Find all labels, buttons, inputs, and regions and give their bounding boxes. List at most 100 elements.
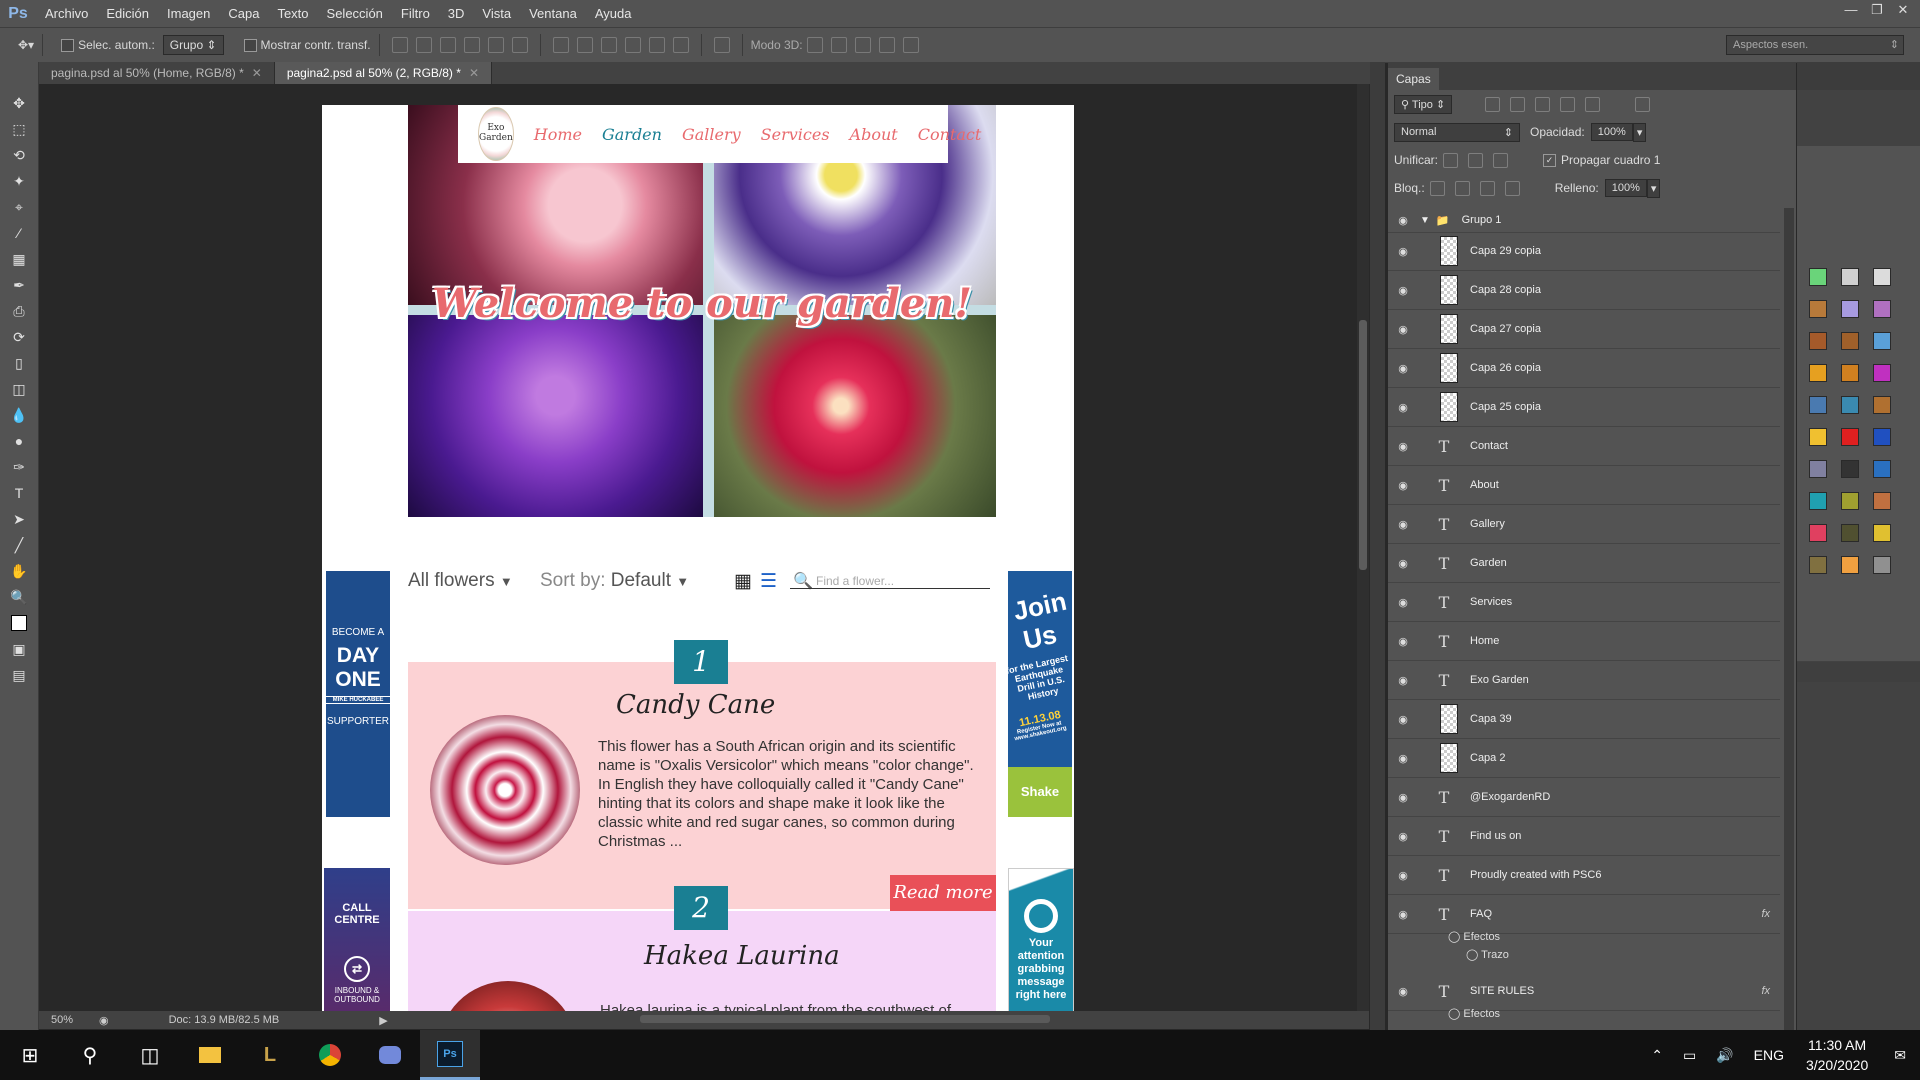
style-swatch[interactable] <box>1809 364 1827 382</box>
blend-mode-dropdown[interactable]: Normal ⇕ <box>1394 122 1520 142</box>
distribute-vcenter-icon[interactable] <box>576 37 593 53</box>
layer-row[interactable]: ◉ Capa 26 copia <box>1388 349 1780 388</box>
eye-icon[interactable]: ◯ <box>1466 949 1478 961</box>
windows-start-icon[interactable]: ⊞ <box>0 1030 60 1080</box>
ad-banner-call-centre[interactable]: CALL CENTRE ⇄ INBOUND & OUTBOUND <box>324 868 390 1012</box>
style-swatch[interactable] <box>1809 556 1827 574</box>
layer-row[interactable]: ◉ T Proudly created with PSC6 <box>1388 856 1780 895</box>
all-flowers-dropdown[interactable]: All flowers ▼ <box>408 570 513 592</box>
unify-visibility-icon[interactable] <box>1468 152 1484 168</box>
nav-contact[interactable]: Contact <box>918 125 982 144</box>
language-indicator[interactable]: ENG <box>1754 1047 1784 1063</box>
ad-banner-shakeout[interactable]: Join Us for the Largest Earthquake Drill… <box>1005 571 1072 849</box>
style-swatch[interactable] <box>1873 428 1891 446</box>
style-swatch[interactable] <box>1873 524 1891 542</box>
eye-icon[interactable]: ◯ <box>1448 1008 1460 1020</box>
style-swatch[interactable] <box>1809 268 1827 286</box>
style-swatch[interactable] <box>1873 556 1891 574</box>
history-brush-tool-icon[interactable]: ⟳ <box>0 324 38 350</box>
align-hcenter-icon[interactable] <box>487 37 504 53</box>
sort-dropdown[interactable]: Sort by: Default ▼ <box>540 570 689 592</box>
status-info-icon[interactable]: ◉ <box>99 1014 109 1027</box>
chevron-down-icon[interactable]: ▾ <box>1646 178 1661 198</box>
layer-row[interactable]: ◉ Capa 25 copia <box>1388 388 1780 427</box>
shape-filter-icon[interactable] <box>1560 96 1576 112</box>
type-filter-icon[interactable] <box>1535 96 1551 112</box>
layer-effects-icon[interactable]: fx <box>1761 908 1770 920</box>
distribute-bottom-icon[interactable] <box>600 37 617 53</box>
blur-tool-icon[interactable]: 💧 <box>0 402 38 428</box>
layer-row[interactable]: ◉ T Exo Garden <box>1388 661 1780 700</box>
style-swatch[interactable] <box>1841 524 1859 542</box>
file-explorer-icon[interactable] <box>180 1030 240 1080</box>
auto-select-dropdown[interactable]: Grupo ⇕ <box>162 35 224 55</box>
eyedropper-tool-icon[interactable]: ⁄ <box>0 220 38 246</box>
eye-icon[interactable]: ◉ <box>1392 752 1414 765</box>
style-swatch[interactable] <box>1809 428 1827 446</box>
layer-row[interactable]: ◉ T SITE RULES fx <box>1388 972 1780 1011</box>
style-swatch[interactable] <box>1841 332 1859 350</box>
auto-align-icon[interactable] <box>713 37 730 53</box>
chrome-icon[interactable] <box>300 1030 360 1080</box>
lasso-tool-icon[interactable]: ⟲ <box>0 142 38 168</box>
eraser-tool-icon[interactable]: ▯ <box>0 350 38 376</box>
style-swatch[interactable] <box>1873 396 1891 414</box>
opacity-input[interactable]: 100% <box>1590 123 1633 141</box>
style-swatch[interactable] <box>1809 332 1827 350</box>
eye-icon[interactable]: ◉ <box>1392 518 1414 531</box>
eye-icon[interactable]: ◉ <box>1392 362 1414 375</box>
style-swatch[interactable] <box>1841 428 1859 446</box>
layer-row[interactable]: ◉ T About <box>1388 466 1780 505</box>
close-icon[interactable]: ✕ <box>252 66 262 80</box>
marquee-tool-icon[interactable]: ⬚ <box>0 116 38 142</box>
menu-filtro[interactable]: Filtro <box>392 6 439 21</box>
clone-stamp-tool-icon[interactable]: ⎙ <box>0 298 38 324</box>
menu-3d[interactable]: 3D <box>439 6 474 21</box>
menu-vista[interactable]: Vista <box>473 6 520 21</box>
dodge-tool-icon[interactable]: ● <box>0 428 38 454</box>
eye-icon[interactable]: ◯ <box>1448 931 1460 943</box>
nav-gallery[interactable]: Gallery <box>682 125 741 144</box>
eye-icon[interactable]: ◉ <box>1392 985 1414 998</box>
eye-icon[interactable]: ◉ <box>1392 323 1414 336</box>
photoshop-taskbar-icon[interactable]: Ps <box>420 1030 480 1080</box>
menu-imagen[interactable]: Imagen <box>158 6 219 21</box>
scale-3d-icon[interactable] <box>902 37 919 53</box>
style-swatch[interactable] <box>1841 556 1859 574</box>
distribute-hcenter-icon[interactable] <box>648 37 665 53</box>
document-page[interactable]: Exo Garden Home Garden Gallery Services … <box>322 105 1074 1012</box>
collapsed-dock[interactable] <box>1370 62 1385 1037</box>
minimize-icon[interactable]: — <box>1840 2 1862 20</box>
menu-texto[interactable]: Texto <box>268 6 317 21</box>
tab-layers[interactable]: Capas <box>1388 68 1439 90</box>
align-top-icon[interactable] <box>391 37 408 53</box>
align-left-icon[interactable] <box>463 37 480 53</box>
line-tool-icon[interactable]: ╱ <box>0 532 38 558</box>
filter-toggle-icon[interactable] <box>1635 96 1651 112</box>
eye-icon[interactable]: ◉ <box>1392 440 1414 453</box>
layer-row[interactable]: ◉ Capa 29 copia <box>1388 232 1780 271</box>
volume-icon[interactable]: 🔊 <box>1716 1047 1733 1064</box>
zoom-level[interactable]: 50% <box>51 1014 91 1026</box>
layer-row[interactable]: ◉ Capa 27 copia <box>1388 310 1780 349</box>
menu-edicion[interactable]: Edición <box>97 6 158 21</box>
menu-archivo[interactable]: Archivo <box>36 6 97 21</box>
eye-icon[interactable]: ◉ <box>1392 869 1414 882</box>
stroke-sublayer[interactable]: ◯ Trazo <box>1466 948 1509 961</box>
pen-tool-icon[interactable]: ✑ <box>0 454 38 480</box>
style-swatch[interactable] <box>1841 492 1859 510</box>
nav-home[interactable]: Home <box>534 125 582 144</box>
type-tool-icon[interactable]: T <box>0 480 38 506</box>
disclosure-triangle-icon[interactable]: ▼ <box>1420 215 1430 226</box>
layer-group[interactable]: ◉ ▼ 📁 Grupo 1 <box>1388 208 1780 233</box>
distribute-left-icon[interactable] <box>624 37 641 53</box>
show-transform-checkbox[interactable] <box>243 38 257 52</box>
style-swatch[interactable] <box>1873 460 1891 478</box>
lock-transparency-icon[interactable] <box>1429 180 1445 196</box>
eye-icon[interactable]: ◉ <box>1392 284 1414 297</box>
paint-bucket-tool-icon[interactable]: ◫ <box>0 376 38 402</box>
notifications-icon[interactable]: ✉ <box>1894 1047 1906 1064</box>
tab-pagina2[interactable]: pagina2.psd al 50% (2, RGB/8) * ✕ <box>274 62 492 84</box>
distribute-top-icon[interactable] <box>552 37 569 53</box>
distribute-right-icon[interactable] <box>672 37 689 53</box>
